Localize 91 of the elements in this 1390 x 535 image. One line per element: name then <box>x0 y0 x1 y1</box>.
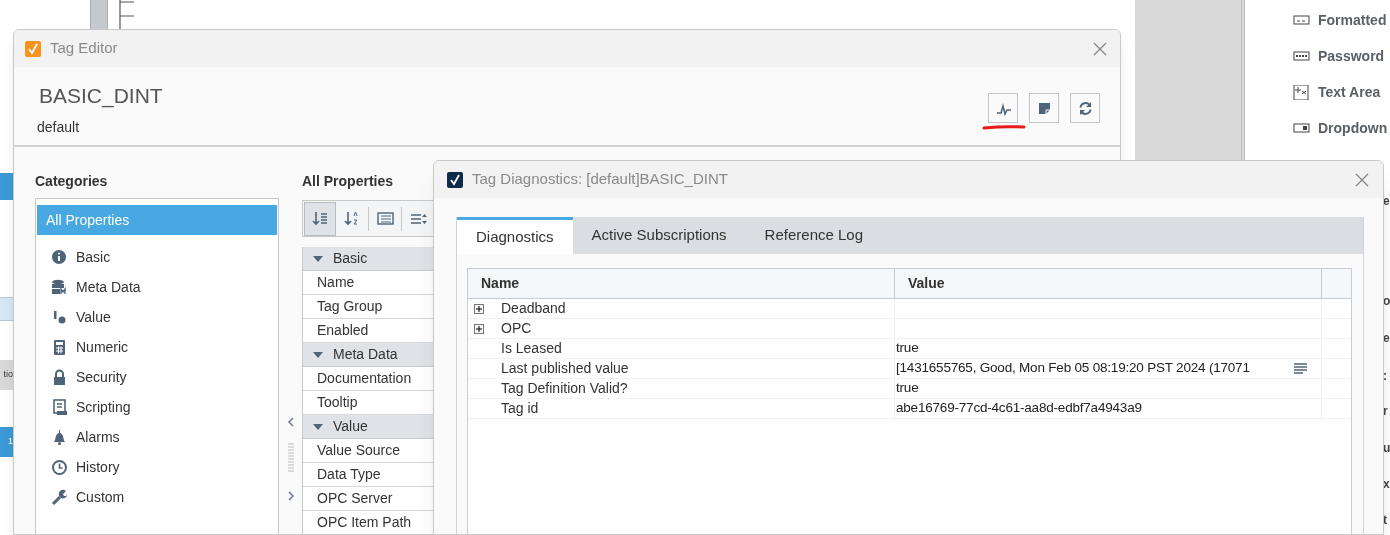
label-text: : <box>1383 368 1387 384</box>
sort-category-icon <box>311 210 329 227</box>
section-heading: Categories <box>35 172 109 191</box>
property-label: Documentation <box>317 369 412 388</box>
category-label: History <box>76 457 120 477</box>
tab[interactable]: Diagnostics <box>457 217 573 254</box>
tab[interactable]: Active Subscriptions <box>572 217 746 254</box>
collapse-triangle-icon <box>313 423 323 430</box>
calculator-icon <box>51 338 68 356</box>
palette-item[interactable]: Formatted <box>1318 9 1387 31</box>
label-text: r <box>1383 403 1388 419</box>
category-label: Meta Data <box>76 277 141 297</box>
row-value: true <box>896 339 919 358</box>
property-label: Tag Group <box>317 297 383 316</box>
property-label: Tooltip <box>317 393 358 412</box>
collapse-left-icon[interactable] <box>286 417 295 427</box>
row-name: Tag Definition Valid? <box>501 379 628 398</box>
splitter-grip-icon[interactable] <box>287 443 294 473</box>
row-value: [1431655765, Good, Mon Feb 05 08:19:20 PST 2024 (17071 <box>896 359 1250 378</box>
table-row <box>0 297 13 321</box>
app-icon <box>447 171 463 188</box>
category-label: Custom <box>76 487 125 507</box>
tag-name: BASIC_DINT <box>39 83 163 109</box>
palette-item[interactable]: Password <box>1318 45 1385 67</box>
group-label: Value <box>333 417 368 436</box>
row-name: Is Leased <box>501 339 562 358</box>
row-name: Last published value <box>501 359 629 378</box>
property-label: Name <box>317 273 355 292</box>
category-label: Value <box>76 307 111 327</box>
palette-item[interactable]: Text Area <box>1318 81 1381 103</box>
row-value: true <box>896 379 919 398</box>
close-icon[interactable] <box>1093 41 1107 56</box>
label-text: e <box>1383 193 1390 209</box>
close-icon[interactable] <box>1355 172 1369 187</box>
dropdown-icon <box>1293 120 1310 136</box>
text-field-icon <box>1293 12 1310 28</box>
row-name: OPC <box>501 319 532 338</box>
info-icon <box>51 248 68 266</box>
collapse-triangle-icon <box>313 255 323 262</box>
refresh-button[interactable] <box>1070 93 1100 123</box>
row-name: Tag id <box>501 399 539 418</box>
bell-icon <box>51 428 68 446</box>
group-label: Meta Data <box>333 345 398 364</box>
ruler-icon <box>118 0 136 30</box>
window-title: Tag Diagnostics: [default]BASIC_DINT <box>472 169 728 190</box>
tab[interactable]: Reference Log <box>745 217 882 254</box>
column-header[interactable]: Value <box>895 269 1322 298</box>
window-title: Tag Editor <box>50 38 118 59</box>
app-icon <box>25 40 41 57</box>
wrench-icon <box>51 488 68 506</box>
label-text: o <box>1383 293 1390 309</box>
sort-alphabetical-icon <box>343 210 361 227</box>
provider-name: default <box>37 118 81 137</box>
password-field-icon <box>1293 48 1310 64</box>
table-cell: 1 <box>0 427 13 457</box>
collapse-triangle-icon <box>313 351 323 358</box>
column-header[interactable]: Name <box>468 269 895 298</box>
lock-icon <box>51 368 68 386</box>
table-cell: tio <box>0 360 13 390</box>
palette-item[interactable]: Dropdown <box>1318 117 1388 139</box>
clock-icon <box>51 458 68 476</box>
category-label: Scripting <box>76 397 131 417</box>
database-icon <box>51 278 68 296</box>
property-label: OPC Item Path <box>317 513 412 532</box>
category-label: Numeric <box>76 337 129 357</box>
expand-right-icon[interactable] <box>286 491 295 501</box>
selected-row <box>0 173 13 200</box>
property-label: Enabled <box>317 321 369 340</box>
group-label: Basic <box>333 249 368 268</box>
note-button[interactable] <box>1029 93 1059 123</box>
category-label: Alarms <box>76 427 120 447</box>
document-icon <box>51 398 68 416</box>
annotation-underline <box>982 124 1026 130</box>
category-label: Basic <box>76 247 111 267</box>
diagnostics-button[interactable] <box>988 93 1018 123</box>
expand-toggle[interactable] <box>474 323 484 334</box>
toolbar-button[interactable] <box>304 201 336 236</box>
category-label: Security <box>76 367 127 387</box>
label-text: e <box>1383 330 1390 346</box>
label-text: u <box>1383 440 1390 456</box>
text-area-icon <box>1293 84 1310 100</box>
list-icon <box>376 210 394 227</box>
expand-toggle[interactable] <box>474 303 484 314</box>
property-label: Value Source <box>317 441 400 460</box>
row-value: abe16769-77cd-4c61-aa8d-edbf7a4943a9 <box>896 399 1142 418</box>
section-heading: All Properties <box>302 172 395 191</box>
property-label: Data Type <box>317 465 381 484</box>
details-icon[interactable] <box>1294 363 1307 374</box>
label-text: x <box>1383 476 1390 492</box>
property-label: OPC Server <box>317 489 393 508</box>
row-name: Deadband <box>501 299 566 318</box>
